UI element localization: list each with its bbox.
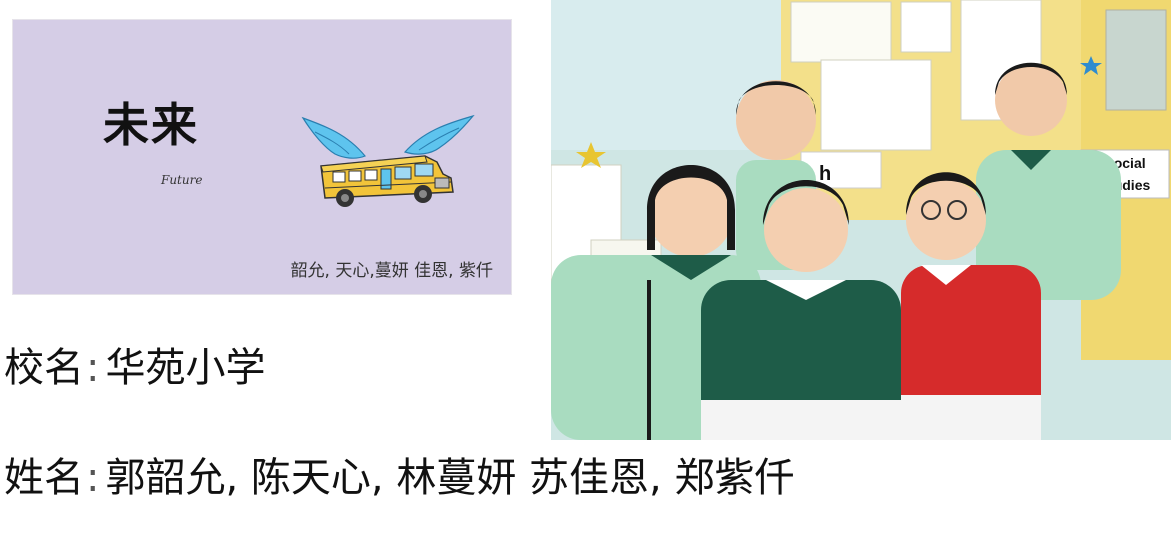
board-label-partial: h [819,163,831,185]
names-label: 姓名 [4,455,84,501]
banner-subtitle: Future [161,173,203,187]
school-name-line: 校名: 华苑小学 [4,348,265,388]
school-label: 校名 [4,345,84,391]
banner-title: 未来 [103,98,199,152]
school-separator: : [86,345,100,391]
school-value: 华苑小学 [105,345,266,391]
team-banner: 未来 Future 韶允, 天心,蔓妍 佳恩, 紫仟 [12,19,512,295]
winged-bus-icon [301,114,475,207]
names-separator: : [86,455,100,501]
student-names-line: 姓名: 郭韶允, 陈天心, 林蔓妍 苏佳恩, 郑紫仟 [4,458,795,498]
banner-member-names: 韶允, 天心,蔓妍 佳恩, 紫仟 [290,261,493,281]
poster-page: 未来 Future 韶允, 天心,蔓妍 佳恩, 紫仟 Social Studie… [0,0,1171,544]
group-photo: Social Studies h [551,0,1171,440]
names-value: 郭韶允, 陈天心, 林蔓妍 苏佳恩, 郑紫仟 [105,455,795,501]
